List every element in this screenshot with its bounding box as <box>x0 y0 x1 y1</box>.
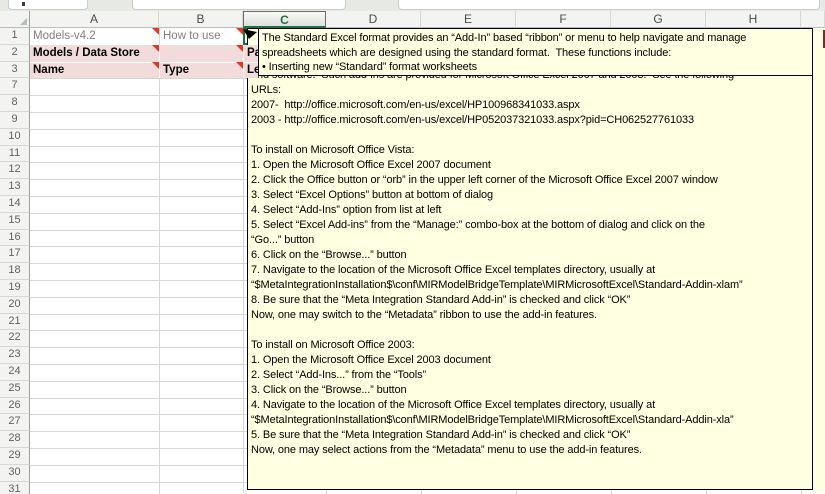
cell-A2[interactable]: Models / Data Store <box>33 45 140 61</box>
row-header-26[interactable]: 26 <box>0 398 30 415</box>
formula-bar-sliver-right <box>398 0 820 10</box>
formula-bar-remnant <box>0 0 825 11</box>
cell-C2-C3-sliver[interactable]: Pa Le <box>243 45 258 79</box>
row-header-30[interactable]: 30 <box>0 465 30 482</box>
column-header-B[interactable]: B <box>159 11 243 28</box>
row-header-8[interactable]: 8 <box>0 95 30 112</box>
column-header-partial[interactable] <box>801 11 825 28</box>
select-all-corner[interactable] <box>0 11 30 28</box>
row-header-23[interactable]: 23 <box>0 347 30 364</box>
column-header-G[interactable]: G <box>611 11 706 28</box>
select-all-triangle <box>20 18 27 25</box>
gridline <box>243 28 244 494</box>
row-header-15[interactable]: 15 <box>0 213 30 230</box>
formula-bar-sliver-left <box>132 0 346 10</box>
row-header-18[interactable]: 18 <box>0 263 30 280</box>
name-box-sliver <box>8 0 88 10</box>
cell-A3[interactable]: Name <box>33 62 64 78</box>
row-header-12[interactable]: 12 <box>0 162 30 179</box>
row-header-14[interactable]: 14 <box>0 196 30 213</box>
comment-box-standard-format: The Standard Excel format provides an “A… <box>258 28 813 76</box>
row-header-31[interactable]: 31 <box>0 482 30 494</box>
cell-C2-partial: Pa <box>247 45 258 61</box>
row-header-20[interactable]: 20 <box>0 297 30 314</box>
cell-B3[interactable]: Type <box>163 62 189 78</box>
row-header-16[interactable]: 16 <box>0 230 30 247</box>
row-header-13[interactable]: 13 <box>0 179 30 196</box>
row-header-24[interactable]: 24 <box>0 364 30 381</box>
row-header-29[interactable]: 29 <box>0 448 30 465</box>
comment-box-install-instructions: and software. Such add-ins are provided … <box>247 28 813 490</box>
row-header-22[interactable]: 22 <box>0 330 30 347</box>
excel-worksheet: ABCDEFGH 1237891011121314151617181920212… <box>0 0 825 494</box>
cell-B1[interactable]: How to use <box>163 28 221 44</box>
comment-indicator-icon <box>152 28 159 35</box>
row-header-19[interactable]: 19 <box>0 280 30 297</box>
row-header-2[interactable]: 2 <box>0 45 30 62</box>
comment-indicator-icon <box>152 45 159 52</box>
cell-C3-partial: Le <box>247 62 258 78</box>
row-header-7[interactable]: 7 <box>0 78 30 95</box>
row-header-25[interactable]: 25 <box>0 381 30 398</box>
column-header-H[interactable]: H <box>706 11 801 28</box>
column-header-C[interactable]: C <box>243 11 326 28</box>
column-header-E[interactable]: E <box>421 11 516 28</box>
column-header-D[interactable]: D <box>326 11 421 28</box>
comment-text-main: and software. Such add-ins are provided … <box>251 68 811 458</box>
row-header-11[interactable]: 11 <box>0 146 30 163</box>
comment-text-top: The Standard Excel format provides an “A… <box>262 31 811 75</box>
row-header-17[interactable]: 17 <box>0 246 30 263</box>
column-header-A[interactable]: A <box>30 11 159 28</box>
row-header-10[interactable]: 10 <box>0 129 30 146</box>
column-header-F[interactable]: F <box>516 11 611 28</box>
row-header-28[interactable]: 28 <box>0 431 30 448</box>
name-box-dropdown-sliver <box>22 2 25 6</box>
comment-indicator-icon <box>236 45 243 52</box>
row-header-27[interactable]: 27 <box>0 414 30 431</box>
row-header-21[interactable]: 21 <box>0 314 30 331</box>
row-header-9[interactable]: 9 <box>0 112 30 129</box>
comment-leader-arrow-icon <box>242 28 260 42</box>
gridline <box>159 28 160 494</box>
cell-A1[interactable]: Models-v4.2 <box>33 28 96 44</box>
comment-indicator-icon <box>236 62 243 69</box>
row-header-3[interactable]: 3 <box>0 62 30 79</box>
comment-indicator-icon <box>152 62 159 69</box>
row-header-1[interactable]: 1 <box>0 28 30 45</box>
